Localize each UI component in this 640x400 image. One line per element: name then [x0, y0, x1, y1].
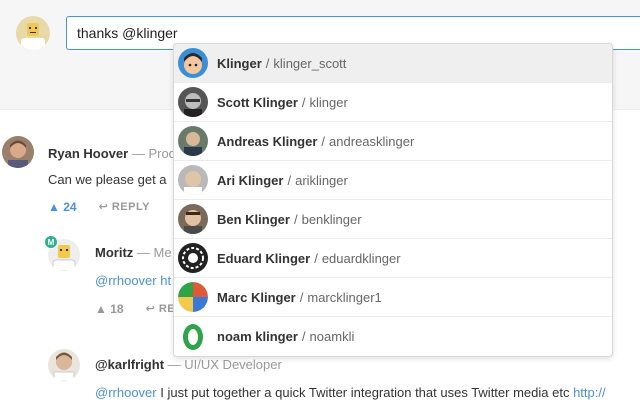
avatar	[48, 349, 80, 381]
url-link[interactable]: http://	[573, 385, 606, 400]
avatar	[178, 282, 208, 312]
mention-option-separator: /	[314, 250, 318, 266]
mention-option[interactable]: Klinger / klinger_scott	[174, 44, 612, 83]
upvote-button[interactable]: ▲ 18	[95, 302, 124, 316]
avatar	[178, 243, 208, 273]
mention-option-handle: noamkli	[309, 329, 355, 344]
comment-author-role: — UI/UX Developer	[167, 357, 282, 372]
mention-option-handle: klinger	[309, 94, 348, 110]
comment-author-role: — Me	[136, 245, 172, 260]
mention-option[interactable]: Scott Klinger / klinger	[174, 83, 612, 122]
mention-option[interactable]: Ari Klinger / ariklinger	[174, 161, 612, 200]
mention-option-separator: /	[321, 133, 326, 149]
mention-autocomplete-dropdown: Klinger / klinger_scott Scott Klinger / …	[173, 43, 613, 357]
mention-option-separator: /	[301, 329, 306, 344]
comment-actions: ▲ 24 ↩ REPLY	[48, 200, 150, 214]
comment-body: @rrhoover I just put together a quick Tw…	[95, 385, 606, 400]
avatar	[178, 87, 208, 117]
avatar	[2, 136, 34, 168]
mention-option-name: Ari Klinger	[217, 172, 284, 188]
mention-option-separator: /	[301, 94, 306, 110]
mention-option[interactable]: noam klinger / noamkli	[174, 317, 612, 356]
comment-author-line: Moritz — Me	[95, 245, 172, 260]
mention-option-name: noam klinger	[217, 329, 298, 344]
mention-option-handle: klinger_scott	[273, 55, 347, 71]
mention-option-handle: eduardklinger	[321, 250, 401, 266]
avatar	[178, 126, 208, 156]
mention-option-separator: /	[293, 211, 298, 227]
mention-option-name: Klinger	[217, 55, 262, 71]
mention-option-name: Marc Klinger	[217, 289, 296, 305]
upvote-button[interactable]: ▲ 24	[48, 200, 77, 214]
comment-author[interactable]: @karlfright	[95, 357, 164, 372]
comment-author[interactable]: Moritz	[95, 245, 133, 260]
avatar	[178, 204, 208, 234]
comment-author-role: — Prod	[131, 146, 176, 161]
mention-option-handle: benklinger	[301, 211, 362, 227]
comment-author-line: Ryan Hoover — Prod	[48, 146, 176, 161]
comment-body: Can we please get a	[48, 172, 167, 187]
mention-option-handle: marcklinger1	[307, 289, 382, 305]
reply-button[interactable]: ↩ REPLY	[99, 200, 150, 214]
mention-option[interactable]: Andreas Klinger / andreasklinger	[174, 122, 612, 161]
mention-option-separator: /	[287, 172, 292, 188]
maker-badge: M	[44, 235, 58, 249]
comment-author[interactable]: Ryan Hoover	[48, 146, 128, 161]
comment-body: @rrhoover ht	[95, 273, 171, 288]
comment-body-text: I just put together a quick Twitter inte…	[156, 385, 574, 400]
avatar	[178, 321, 208, 352]
mention-option-separator: /	[265, 55, 270, 71]
mention-option-separator: /	[299, 289, 304, 305]
avatar	[178, 48, 208, 78]
comment-author-line: @karlfright — UI/UX Developer	[95, 357, 282, 372]
mention-option-handle: andreasklinger	[329, 133, 415, 149]
current-user-avatar	[16, 16, 50, 50]
mention-link[interactable]: @rrhoover	[95, 385, 157, 400]
mention-option-handle: ariklinger	[295, 172, 348, 188]
mention-option-name: Eduard Klinger	[217, 250, 311, 266]
mention-option[interactable]: Marc Klinger / marcklinger1	[174, 278, 612, 317]
comment-actions: ▲ 18 ↩ REP	[95, 302, 183, 316]
mention-option[interactable]: Ben Klinger / benklinger	[174, 200, 612, 239]
mention-option[interactable]: Eduard Klinger / eduardklinger	[174, 239, 612, 278]
mention-link[interactable]: @rrhoover ht	[95, 273, 171, 288]
avatar	[178, 165, 208, 195]
mention-option-name: Ben Klinger	[217, 211, 290, 227]
mention-option-name: Scott Klinger	[217, 94, 298, 110]
mention-option-name: Andreas Klinger	[217, 133, 318, 149]
